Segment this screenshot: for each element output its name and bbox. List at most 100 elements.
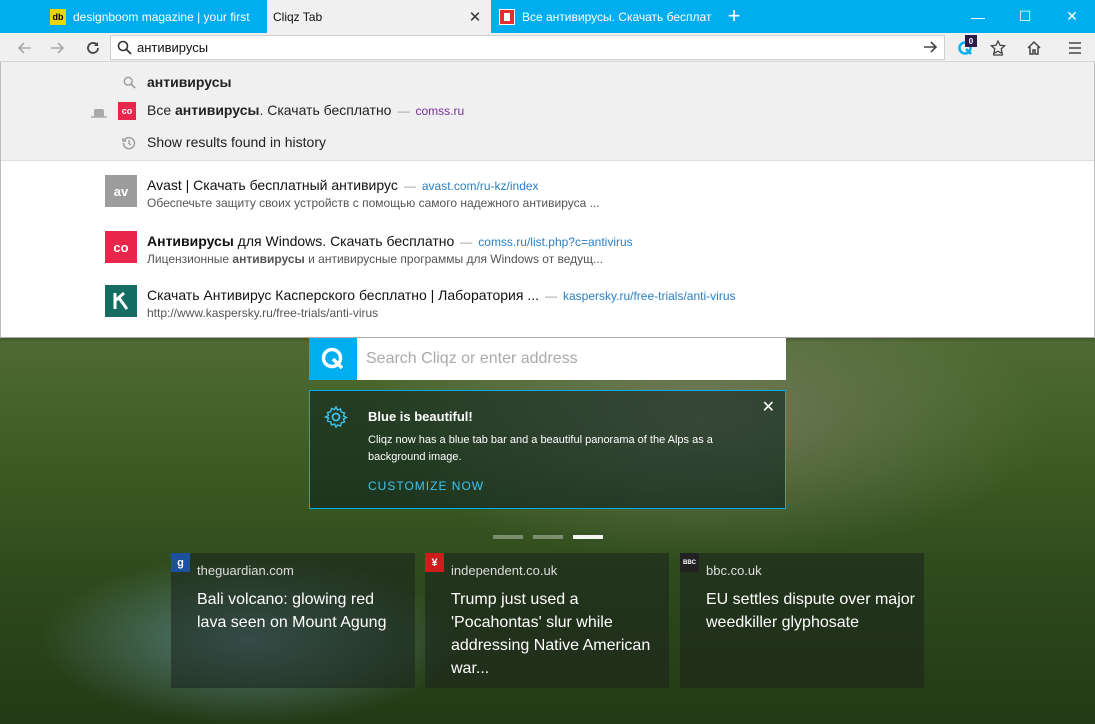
- reload-button[interactable]: [81, 36, 105, 60]
- address-bar[interactable]: [110, 35, 945, 60]
- result-description: Лицензионные антивирусы и антивирусные п…: [147, 252, 603, 266]
- avast-logo-icon: av: [105, 175, 137, 207]
- desc-part: Лицензионные: [147, 252, 233, 266]
- title-part: . Скачать бесплатно: [259, 102, 392, 118]
- comss-favicon-icon: [499, 8, 515, 25]
- tab-title: Все антивирусы. Скачать бесплат: [522, 9, 712, 24]
- address-input[interactable]: [137, 40, 897, 55]
- title-bold-part: антивирусы: [175, 102, 260, 118]
- back-button[interactable]: [13, 36, 37, 60]
- comss-logo-icon: co: [105, 231, 137, 263]
- search-result[interactable]: co Антивирусы для Windows. Скачать беспл…: [1, 226, 1094, 276]
- maximize-button[interactable]: ☐: [1002, 0, 1048, 33]
- separator: —: [460, 235, 473, 249]
- history-clock-icon: [121, 135, 137, 151]
- result-title: Антивирусы для Windows. Скачать бесплатн…: [147, 233, 633, 249]
- gear-icon: [323, 405, 349, 429]
- history-item-url: comss.ru: [415, 104, 465, 118]
- carousel-dot-active[interactable]: [573, 535, 603, 539]
- home-button[interactable]: [1022, 36, 1046, 60]
- news-card[interactable]: ¥ independent.co.uk Trump just used a 'P…: [425, 553, 669, 688]
- news-headline: Bali volcano: glowing red lava seen on M…: [197, 591, 387, 631]
- title-bold-part: Антивирусы: [147, 233, 234, 249]
- history-tab-icon: [91, 104, 107, 120]
- cliqz-button[interactable]: 0: [953, 35, 977, 60]
- result-description: Обеспечьте защиту своих устройств с помо…: [147, 196, 600, 210]
- tab-title: Cliqz Tab: [273, 9, 323, 24]
- new-tab-button[interactable]: +: [722, 3, 746, 28]
- tab-strip: db designboom magazine | your first Cliq…: [0, 0, 1095, 33]
- separator: —: [397, 104, 410, 118]
- urlbar-dropdown: антивирусы co Все антивирусы. Скачать бе…: [0, 62, 1095, 338]
- cliqz-search-input[interactable]: [366, 350, 766, 368]
- tab-comss[interactable]: Все антивирусы. Скачать бесплат: [493, 0, 715, 33]
- result-url: kaspersky.ru/free-trials/anti-virus: [563, 289, 736, 303]
- notification-badge: 0: [965, 35, 977, 47]
- desc-part: Обеспечьте защиту своих устройств с помо…: [147, 196, 600, 210]
- star-list-icon: [990, 40, 1006, 56]
- home-icon: [1027, 40, 1041, 55]
- history-item-title: Все антивирусы. Скачать бесплатно — comss.…: [147, 102, 464, 118]
- separator: —: [403, 179, 416, 193]
- cliqz-q-icon: [309, 338, 357, 380]
- history-item[interactable]: co Все антивирусы. Скачать бесплатно — com…: [1, 100, 1094, 122]
- desc-part: http://www.kaspersky.ru/free-trials/anti…: [147, 306, 379, 320]
- news-source: theguardian.com: [197, 563, 294, 578]
- notice-body: Cliqz now has a blue tab bar and a beaut…: [368, 434, 713, 463]
- carousel-dot[interactable]: [533, 535, 563, 539]
- back-arrow-icon: [17, 42, 31, 54]
- news-card[interactable]: g theguardian.com Bali volcano: glowing …: [171, 553, 415, 688]
- carousel-dot[interactable]: [493, 535, 523, 539]
- news-source: independent.co.uk: [451, 563, 558, 578]
- guardian-logo-icon: g: [171, 553, 190, 572]
- result-url: comss.ru/list.php?c=antivirus: [478, 235, 633, 249]
- notice-title: Blue is beautiful!: [368, 409, 473, 424]
- bookmarks-button[interactable]: [986, 36, 1010, 60]
- nav-bar: 0: [0, 33, 1095, 62]
- show-history-text: Show results found in history: [147, 134, 326, 150]
- query-suggestion[interactable]: антивирусы: [1, 72, 1094, 94]
- result-title: Avast | Скачать бесплатный антивирус — ava…: [147, 177, 539, 193]
- close-window-button[interactable]: ✕: [1049, 0, 1095, 33]
- title-part: для Windows. Скачать бесплатно: [233, 233, 455, 249]
- desc-bold-part: антивирусы: [232, 252, 305, 266]
- suggestion-text: антивирусы: [147, 74, 232, 90]
- search-icon: [121, 74, 137, 90]
- title-part: Скачать Антивирус Касперского бесплатно …: [147, 287, 539, 303]
- customize-now-link[interactable]: CUSTOMIZE NOW: [368, 479, 484, 493]
- result-url: avast.com/ru-kz/index: [421, 179, 539, 193]
- forward-arrow-icon: [51, 42, 65, 54]
- news-headline: Trump just used a 'Pocahontas' slur whil…: [451, 591, 651, 677]
- tab-designboom[interactable]: db designboom magazine | your first: [44, 0, 266, 33]
- tab-cliqz[interactable]: Cliqz Tab ✕: [267, 0, 491, 33]
- menu-button[interactable]: [1063, 36, 1087, 60]
- title-part: Все: [147, 102, 176, 118]
- result-description: http://www.kaspersky.ru/free-trials/anti…: [147, 306, 378, 320]
- result-title: Скачать Антивирус Касперского бесплатно …: [147, 287, 736, 303]
- tab-title: designboom magazine | your first: [73, 9, 250, 24]
- show-history-row[interactable]: Show results found in history: [1, 132, 1094, 154]
- close-tab-icon[interactable]: ✕: [467, 9, 483, 26]
- search-result[interactable]: Скачать Антивирус Касперского бесплатно …: [1, 283, 1094, 333]
- search-icon: [111, 40, 137, 55]
- desc-part: и антивирусные программы для Windows от …: [304, 252, 604, 266]
- news-card[interactable]: BBC bbc.co.uk EU settles dispute over ma…: [680, 553, 924, 688]
- minimize-button[interactable]: —: [955, 0, 1001, 33]
- blue-is-beautiful-notice: Blue is beautiful! Cliqz now has a blue …: [309, 390, 786, 509]
- hamburger-icon: [1069, 42, 1081, 54]
- search-result[interactable]: av Avast | Скачать бесплатный антивирус —…: [1, 170, 1094, 220]
- independent-logo-icon: ¥: [425, 553, 444, 572]
- designboom-favicon-icon: db: [50, 8, 66, 25]
- kaspersky-logo-icon: [105, 285, 137, 317]
- cliqz-search-box[interactable]: [309, 338, 786, 380]
- reload-icon: [87, 42, 99, 54]
- bbc-logo-icon: BBC: [680, 553, 699, 572]
- comss-favicon-icon: co: [118, 102, 136, 120]
- title-part: Avast | Скачать бесплатный антивирус: [147, 177, 398, 193]
- go-arrow-icon[interactable]: [922, 39, 938, 60]
- news-source: bbc.co.uk: [706, 563, 762, 578]
- separator: —: [545, 289, 557, 303]
- forward-button[interactable]: [45, 36, 69, 60]
- close-icon[interactable]: ✕: [762, 397, 775, 417]
- news-headline: EU settles dispute over major weedkiller…: [706, 591, 915, 631]
